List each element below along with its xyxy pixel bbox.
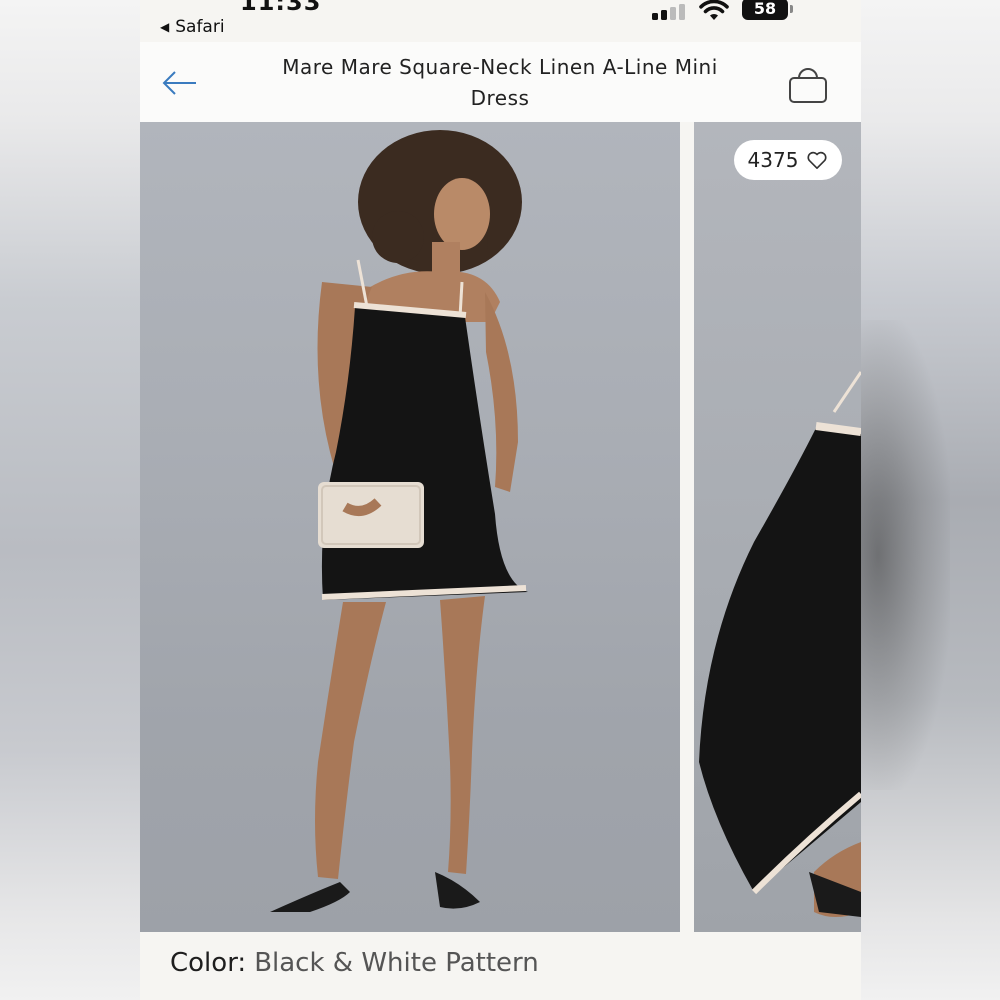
color-selection: Color: Black & White Pattern (170, 948, 539, 978)
page-title: Mare Mare Square-Neck Linen A-Line Mini … (282, 55, 718, 110)
dress-detail-illustration (699, 371, 861, 917)
battery-cap (790, 5, 793, 13)
model-illustration (270, 130, 528, 912)
phone-screen: 11:33 ◀ Safari 58 Mare Mare Square-Neck L… (140, 0, 861, 1000)
product-header: Mare Mare Square-Neck Linen A-Line Mini … (140, 42, 861, 122)
color-value: Black & White Pattern (254, 948, 539, 978)
product-image-gallery[interactable]: 4375 (140, 122, 861, 932)
wifi-icon (699, 0, 729, 20)
battery-indicator: 58 (742, 0, 788, 20)
heart-icon[interactable] (806, 150, 828, 170)
back-to-safari-link[interactable]: ◀ Safari (160, 17, 225, 37)
back-app-label: Safari (175, 17, 225, 37)
product-photo-second[interactable] (694, 122, 861, 932)
product-photo-main[interactable] (140, 122, 680, 932)
status-bar: 11:33 ◀ Safari 58 (140, 0, 861, 42)
arrow-left-icon[interactable] (160, 68, 200, 98)
blurred-background-left (0, 0, 140, 1000)
blurred-background-right (860, 0, 1000, 1000)
cellular-signal-icon (652, 4, 688, 20)
shopping-bag-icon[interactable] (786, 64, 830, 108)
likes-badge[interactable]: 4375 (734, 140, 842, 180)
likes-count: 4375 (747, 148, 799, 172)
back-triangle-icon: ◀ (160, 20, 170, 34)
color-label: Color: (170, 948, 247, 978)
status-time: 11:33 (240, 0, 322, 16)
